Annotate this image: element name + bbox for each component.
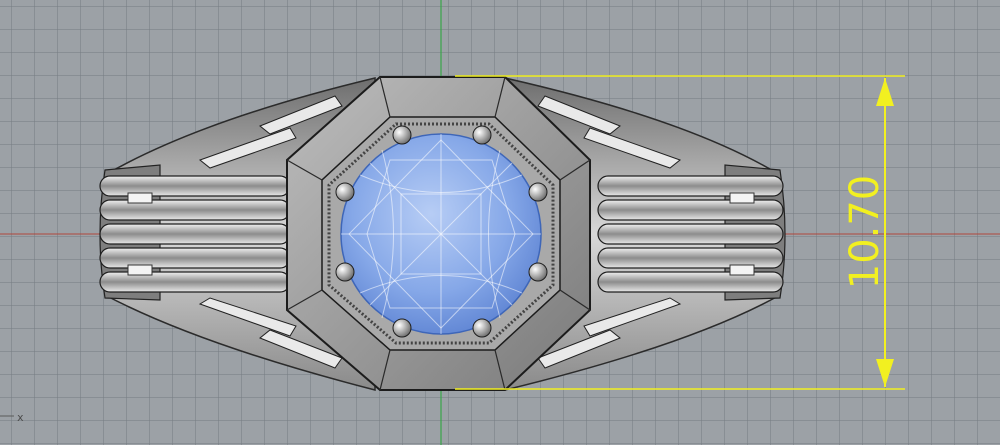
cad-viewport[interactable]: 10.70 x bbox=[0, 0, 1000, 445]
x-axis-label: x bbox=[17, 411, 24, 424]
gemstone[interactable] bbox=[340, 133, 542, 335]
dimension-value: 10.70 bbox=[842, 175, 888, 290]
axis-widget: x bbox=[0, 411, 24, 424]
ring-model-view[interactable]: 10.70 x bbox=[0, 0, 1000, 445]
